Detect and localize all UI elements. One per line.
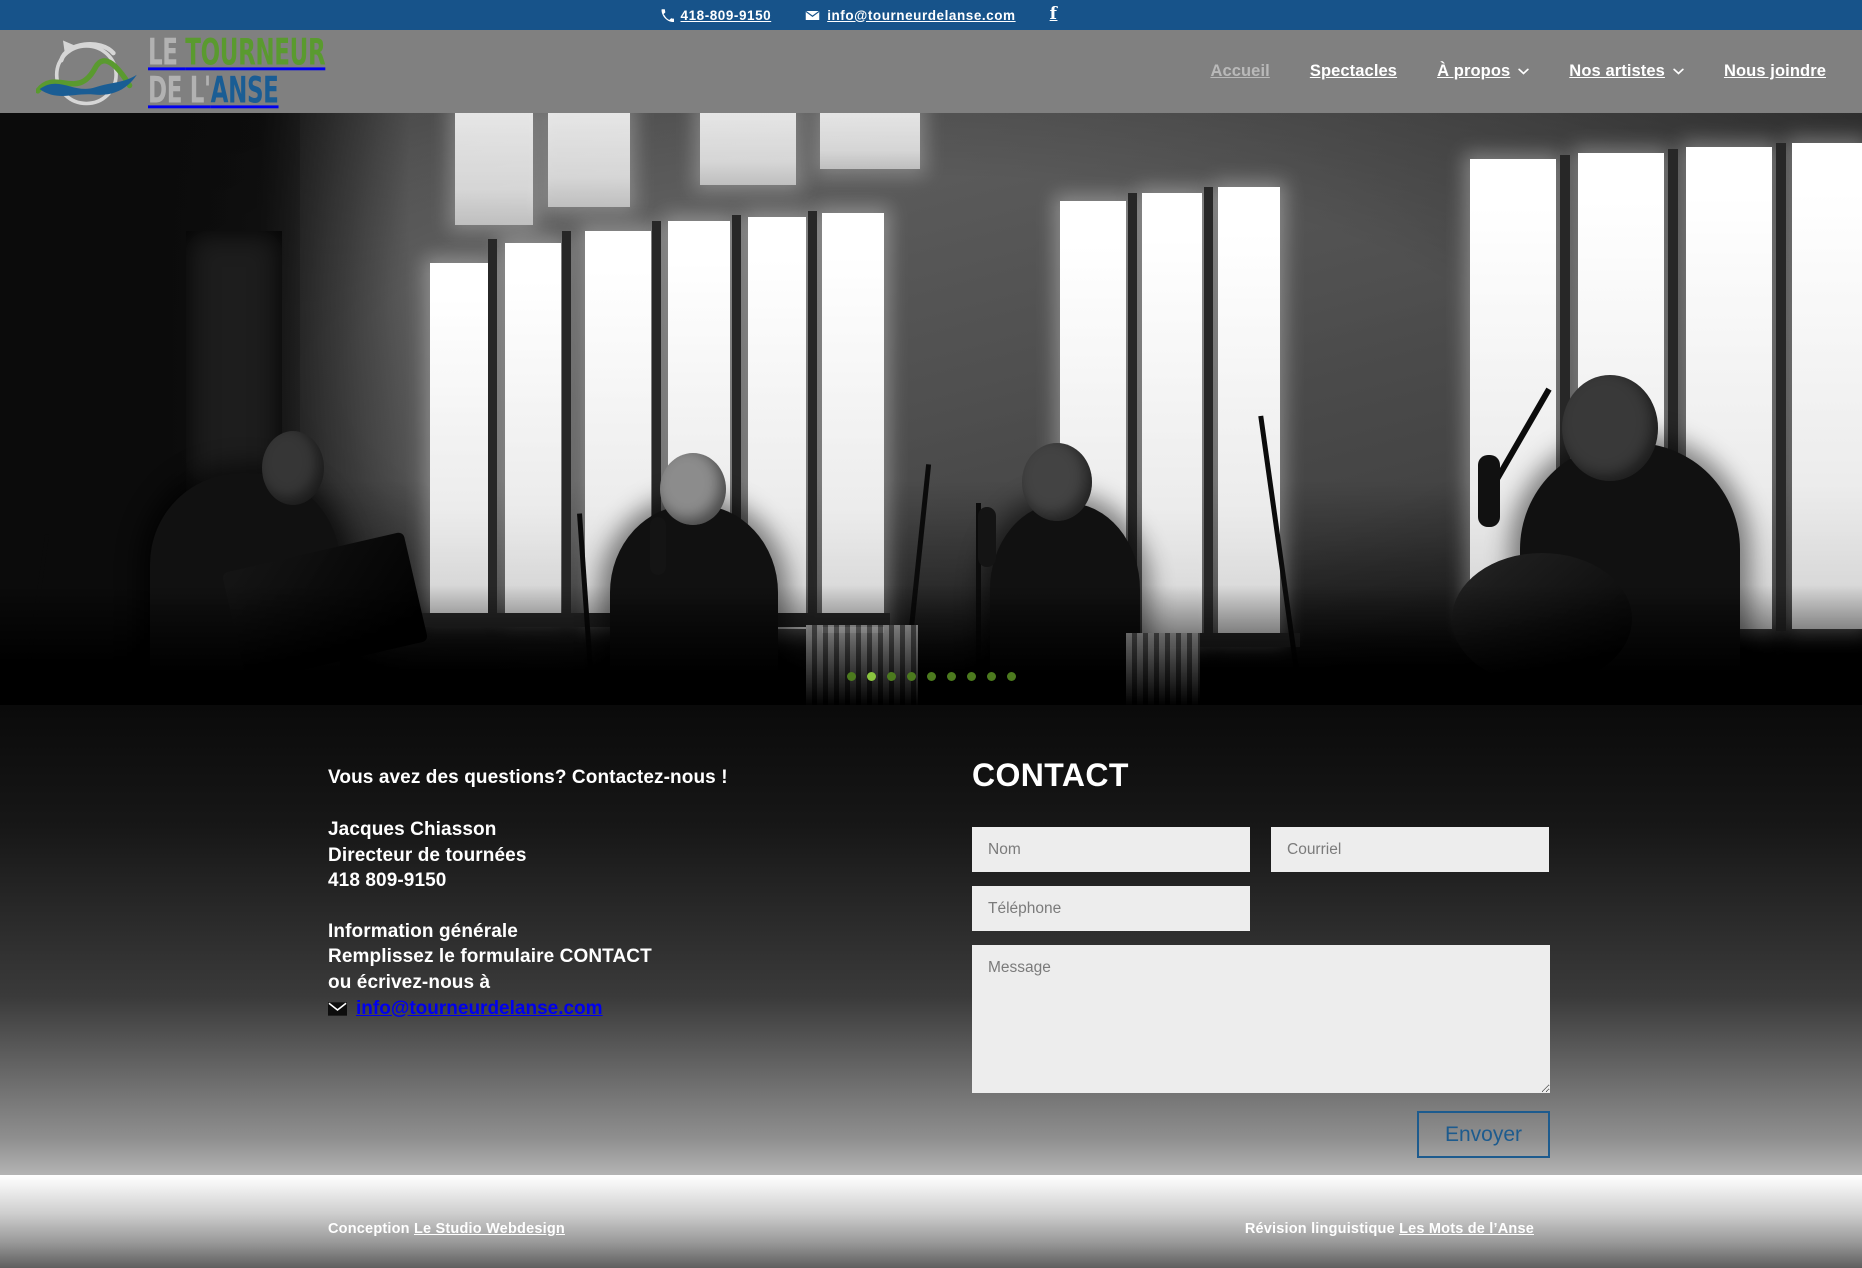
nav-item-nous-joindre[interactable]: Nous joindre	[1724, 62, 1826, 81]
slider-dot-9[interactable]	[1006, 672, 1016, 681]
contact-person-name: Jacques Chiasson	[328, 819, 497, 840]
contact-section: Vous avez des questions? Contactez-nous …	[0, 705, 1862, 1175]
main-navigation: Accueil Spectacles À propos Nos artistes…	[1170, 30, 1826, 113]
top-utility-bar: 418-809-9150 info@tourneurdelanse.com f	[0, 0, 1862, 30]
contact-form-block: CONTACT Envoyer	[972, 757, 1550, 1159]
email-link[interactable]: info@tourneurdelanse.com	[805, 8, 1015, 23]
slider-dot-7[interactable]	[966, 672, 976, 681]
general-info-title: Information générale	[328, 920, 518, 942]
chevron-down-icon	[1673, 67, 1684, 78]
envelope-icon	[328, 1002, 347, 1017]
email-address: info@tourneurdelanse.com	[827, 7, 1016, 23]
nav-item-spectacles[interactable]: Spectacles	[1310, 62, 1397, 81]
logo-line2-prefix: DE L'	[148, 69, 211, 112]
submit-button[interactable]: Envoyer	[1416, 1111, 1550, 1159]
logo-line1-prefix: LE	[148, 30, 186, 73]
slider-dots	[0, 672, 1862, 681]
logo-wordmark: LE TOURNEUR DE L'ANSE	[148, 34, 341, 109]
footer-credit-design-link[interactable]: Le Studio Webdesign	[414, 1221, 565, 1237]
contact-person-role: Directeur de tournées	[328, 844, 527, 866]
site-logo[interactable]: LE TOURNEUR DE L'ANSE	[35, 33, 356, 111]
phone-input[interactable]	[972, 886, 1250, 931]
slider-dot-8[interactable]	[986, 672, 996, 681]
contact-info-block: Vous avez des questions? Contactez-nous …	[328, 767, 888, 1021]
nav-item-accueil[interactable]: Accueil	[1210, 62, 1269, 81]
form-row-2	[972, 886, 1550, 931]
site-footer: Conception Le Studio Webdesign Révision …	[0, 1175, 1862, 1268]
facebook-link[interactable]: f	[1049, 3, 1058, 25]
slider-dot-5[interactable]	[926, 672, 936, 681]
logo-line2-accent: ANSE	[210, 69, 279, 112]
hero-slider	[0, 113, 1862, 705]
general-info-line-1: Remplissez le formulaire CONTACT	[328, 946, 652, 968]
slider-dot-3[interactable]	[886, 672, 896, 681]
contact-form: Envoyer	[972, 827, 1550, 1159]
submit-row: Envoyer	[972, 1111, 1550, 1159]
name-input[interactable]	[972, 827, 1250, 872]
hero-photo	[0, 113, 1862, 705]
contact-form-title: CONTACT	[972, 757, 1129, 793]
slider-dot-1[interactable]	[846, 672, 856, 681]
contact-person-phone: 418 809-9150	[328, 870, 447, 892]
contact-email-link[interactable]: info@tourneurdelanse.com	[328, 996, 888, 1022]
slider-dot-6[interactable]	[946, 672, 956, 681]
email-input[interactable]	[1271, 827, 1549, 872]
nav-label-a-propos: À propos	[1437, 62, 1511, 80]
message-textarea[interactable]	[972, 945, 1550, 1093]
envelope-icon	[805, 9, 821, 21]
phone-icon	[661, 8, 674, 22]
top-utility-bar-inner: 418-809-9150 info@tourneurdelanse.com f	[661, 3, 1058, 25]
phone-link[interactable]: 418-809-9150	[661, 8, 772, 23]
form-row-1	[972, 827, 1550, 872]
footer-credit-revision: Révision linguistique Les Mots de l’Anse	[1245, 1221, 1534, 1237]
nav-label-spectacles: Spectacles	[1309, 62, 1398, 80]
logo-mark-icon	[35, 35, 144, 109]
logo-line1-accent: TOURNEUR	[185, 30, 326, 73]
footer-credit-design: Conception Le Studio Webdesign	[328, 1221, 565, 1237]
contact-email-text: info@tourneurdelanse.com	[356, 997, 603, 1019]
contact-info-title: Vous avez des questions? Contactez-nous …	[328, 767, 728, 788]
nav-label-nous-joindre: Nous joindre	[1723, 62, 1826, 80]
facebook-icon: f	[1049, 3, 1058, 24]
nav-item-nos-artistes[interactable]: Nos artistes	[1569, 62, 1684, 81]
general-info-line-2: ou écrivez-nous à	[328, 971, 491, 993]
nav-label-nos-artistes: Nos artistes	[1569, 62, 1665, 80]
footer-credit-design-prefix: Conception	[328, 1221, 414, 1237]
slider-dot-4[interactable]	[906, 672, 916, 681]
nav-item-a-propos[interactable]: À propos	[1437, 62, 1530, 81]
footer-inner: Conception Le Studio Webdesign Révision …	[328, 1221, 1534, 1237]
hero-bottom-fade	[0, 585, 1862, 705]
slider-dot-2[interactable]	[866, 672, 876, 681]
phone-number: 418-809-9150	[680, 7, 772, 23]
footer-credit-revision-link[interactable]: Les Mots de l’Anse	[1399, 1221, 1534, 1237]
chevron-down-icon	[1518, 67, 1530, 78]
footer-credit-revision-prefix: Révision linguistique	[1244, 1221, 1400, 1237]
nav-label-accueil: Accueil	[1210, 62, 1270, 80]
site-header: LE TOURNEUR DE L'ANSE Accueil Spectacles…	[0, 30, 1862, 113]
